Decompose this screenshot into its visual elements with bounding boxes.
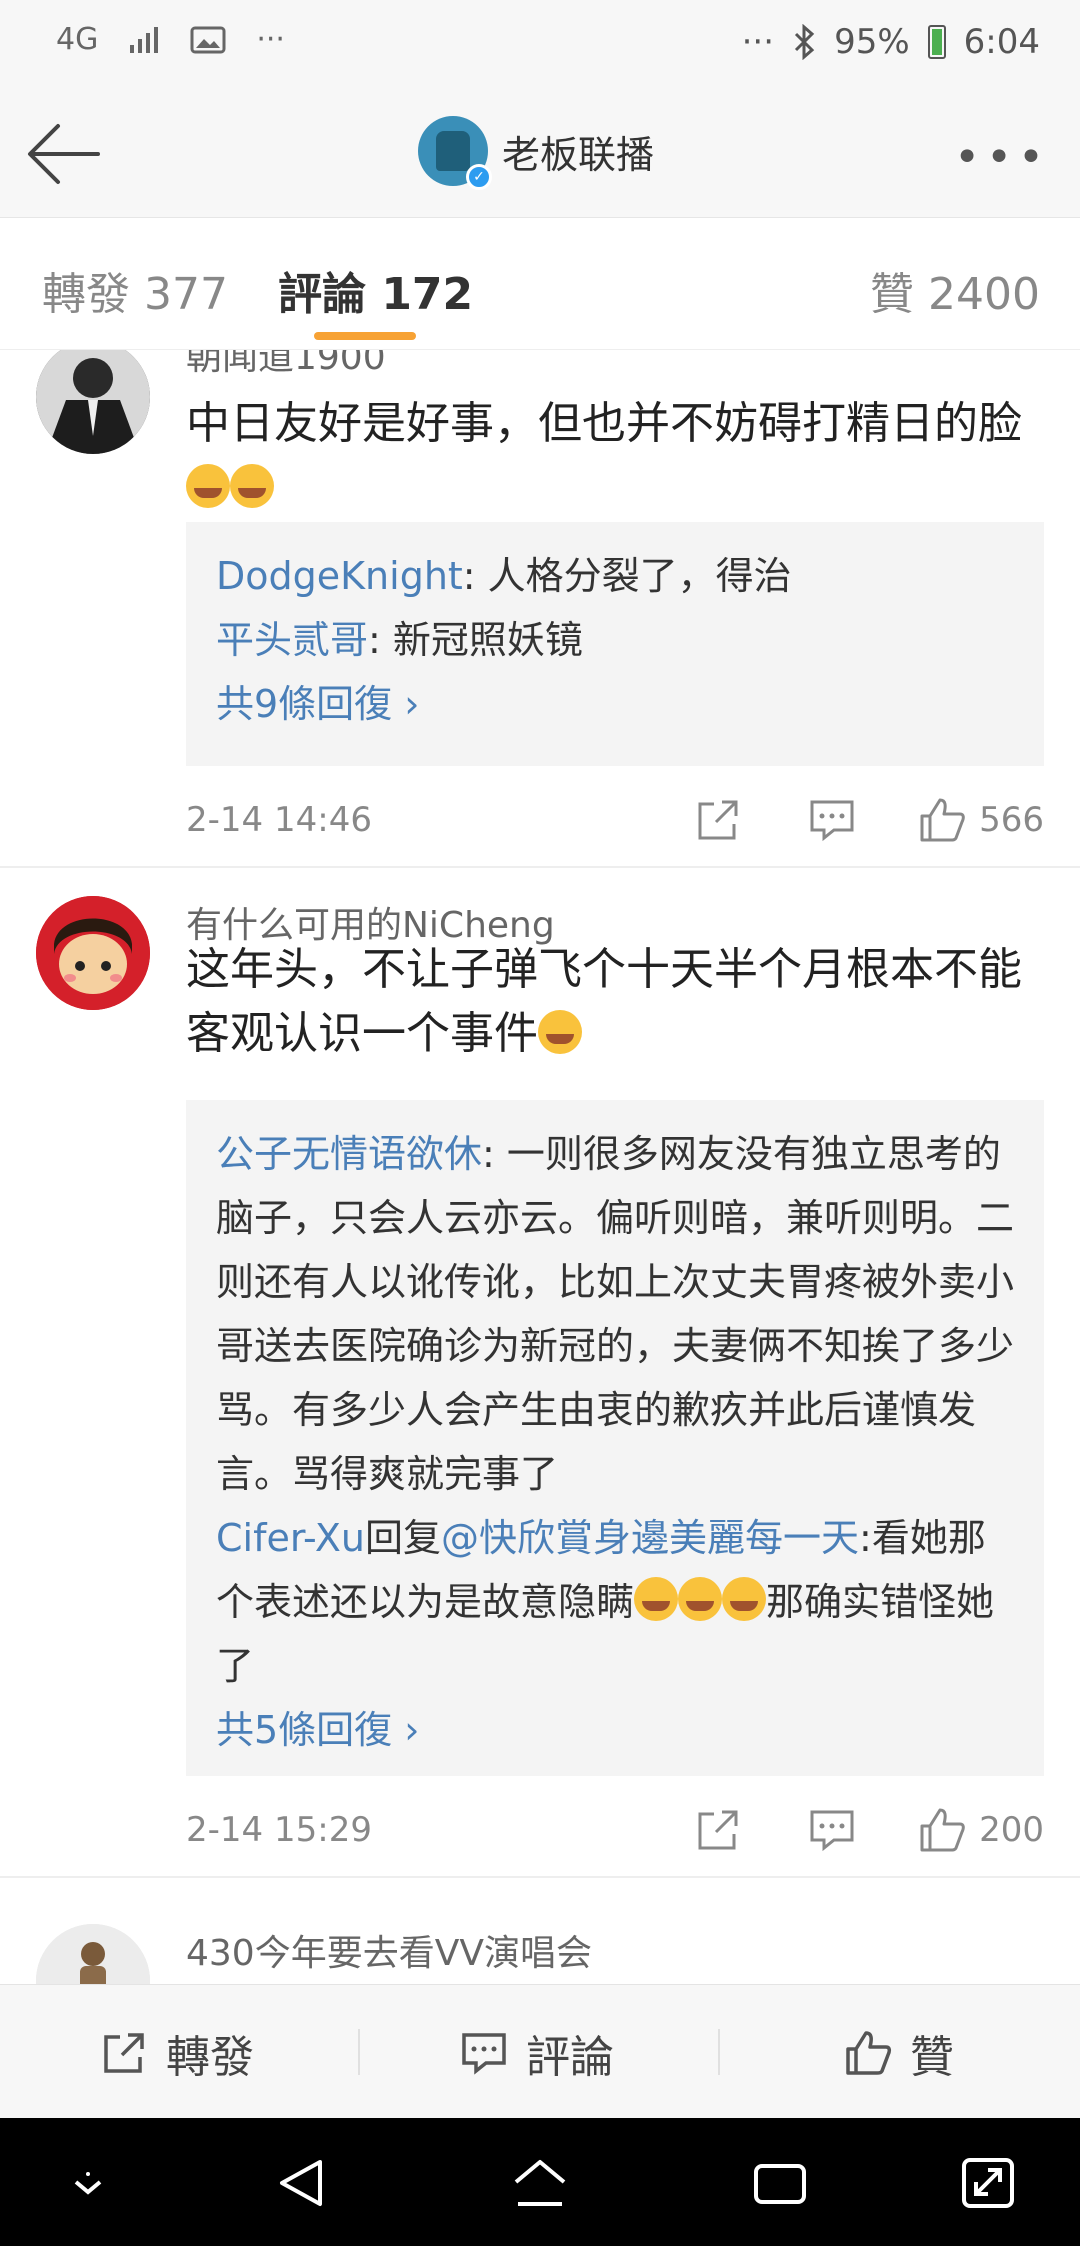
like-label: 贊 xyxy=(910,2032,954,2083)
signal-icon xyxy=(130,26,159,53)
account-name[interactable]: 老板联播 xyxy=(502,124,654,179)
comment-body: 中日友好是好事，但也并不妨碍打精日的脸 xyxy=(186,398,1022,449)
divider xyxy=(358,2029,360,2075)
avatar[interactable] xyxy=(36,896,150,1010)
like-count: 200 xyxy=(979,1810,1044,1850)
reply-line: Cifer-Xu回复@快欣賞身邊美麗每一天:看她那个表述还以为是故意隐瞒 那确实错… xyxy=(216,1506,1014,1698)
share-icon[interactable] xyxy=(692,1804,744,1856)
comment-username[interactable]: 430今年要去看VV演唱会 xyxy=(186,1924,592,1976)
comment-icon xyxy=(462,2033,506,2075)
reply-box[interactable]: DodgeKnight: 人格分裂了，得治 平头贰哥: 新冠照妖镜 共9條回復 … xyxy=(186,522,1044,766)
tab-comment[interactable]: 評論 172 xyxy=(278,258,473,322)
laugh-cry-emoji-icon xyxy=(722,1577,767,1621)
comment-meta: 2-14 14:46 566 xyxy=(186,790,1044,850)
battery-percent: 95% xyxy=(834,22,910,62)
top-nav-bar: ✓ 老板联播 ••• xyxy=(0,90,1080,218)
reply-username[interactable]: 平头贰哥 xyxy=(216,618,368,662)
share-icon xyxy=(104,2033,144,2073)
network-type: 4G xyxy=(56,22,99,57)
comment-label: 評論 xyxy=(526,2032,614,2083)
back-arrow-icon[interactable] xyxy=(24,120,104,188)
reply-word: 回复 xyxy=(364,1516,441,1560)
active-tab-indicator xyxy=(314,332,416,340)
comment-button[interactable]: 評論 xyxy=(458,2021,614,2085)
reply-line: 平头贰哥: 新冠照妖镜 xyxy=(216,608,1014,672)
comment-icon[interactable] xyxy=(806,794,858,846)
chevron-down-icon[interactable] xyxy=(58,2156,118,2210)
back-triangle-icon[interactable] xyxy=(272,2156,332,2210)
comment-icon[interactable] xyxy=(806,1804,858,1856)
system-navigation-bar xyxy=(0,2118,1080,2246)
more-replies-link[interactable]: 共9條回復 › xyxy=(216,672,1014,736)
laugh-cry-emoji-icon xyxy=(634,1577,679,1621)
comment-username[interactable]: 朝闻道1900 xyxy=(186,350,386,380)
account-header[interactable]: ✓ 老板联播 xyxy=(418,116,654,190)
tuxedo-icon xyxy=(436,131,470,171)
laugh-cry-emoji-icon xyxy=(538,1010,582,1054)
reply-text: : 人格分裂了，得治 xyxy=(462,554,792,598)
more-horizontal-icon[interactable]: ••• xyxy=(954,132,1050,183)
repost-button[interactable]: 轉發 xyxy=(98,2021,254,2085)
screen-rotate-icon[interactable] xyxy=(958,2156,1018,2210)
comment-time: 2-14 14:46 xyxy=(186,800,372,840)
reply-username[interactable]: Cifer-Xu xyxy=(216,1516,365,1560)
tab-like[interactable]: 贊 2400 xyxy=(870,258,1040,322)
repost-label: 轉發 xyxy=(166,2032,254,2083)
tab-repost[interactable]: 轉發 377 xyxy=(42,258,228,322)
more-dots-icon: ··· xyxy=(741,22,775,62)
more-replies-link[interactable]: 共5條回復 › xyxy=(216,1698,1014,1762)
battery-icon xyxy=(927,25,946,59)
bluetooth-icon xyxy=(795,24,815,60)
reply-username[interactable]: DodgeKnight xyxy=(216,554,463,598)
home-icon[interactable] xyxy=(510,2156,570,2210)
laugh-cry-emoji-icon xyxy=(230,464,274,508)
account-avatar[interactable]: ✓ xyxy=(418,116,492,190)
comment-meta: 2-14 15:29 200 xyxy=(186,1800,1044,1860)
like-count: 566 xyxy=(979,800,1044,840)
reply-box[interactable]: 公子无情语欲休: 一则很多网友没有独立思考的脑子，只会人云亦云。偏听则暗，兼听则… xyxy=(186,1100,1044,1776)
reply-line: DodgeKnight: 人格分裂了，得治 xyxy=(216,544,1014,608)
comment-text: 这年头，不让子弹飞个十天半个月根本不能客观认识一个事件 xyxy=(186,938,1046,1066)
verified-badge-icon: ✓ xyxy=(466,164,492,190)
status-bar: 4G ··· ··· 95% 6:04 xyxy=(0,0,1080,90)
clock: 6:04 xyxy=(963,22,1040,62)
reply-line: 公子无情语欲休: 一则很多网友没有独立思考的脑子，只会人云亦云。偏听则暗，兼听则… xyxy=(216,1122,1014,1506)
divider xyxy=(718,2029,720,2075)
thumbs-up-icon[interactable] xyxy=(916,794,968,846)
comment-text: 中日友好是好事，但也并不妨碍打精日的脸 xyxy=(186,392,1046,520)
laugh-cry-emoji-icon xyxy=(186,464,230,508)
reply-text: : 新冠照妖镜 xyxy=(368,618,583,662)
status-left: 4G ··· xyxy=(56,22,285,57)
person-figure-icon xyxy=(36,1924,150,1984)
divider xyxy=(0,1876,1080,1878)
cartoon-face-icon xyxy=(36,896,150,1010)
bottom-action-bar: 轉發 評論 贊 xyxy=(0,1984,1080,2118)
thumbs-up-icon[interactable] xyxy=(916,1804,968,1856)
more-dots-icon: ··· xyxy=(256,22,285,57)
reply-username[interactable]: 公子无情语欲休 xyxy=(216,1132,482,1176)
reply-text: : 一则很多网友没有独立思考的脑子，只会人云亦云。偏听则暗，兼听则明。二则还有人… xyxy=(216,1132,1015,1496)
share-icon[interactable] xyxy=(692,794,744,846)
status-right: ··· 95% 6:04 xyxy=(742,22,1040,62)
comment-feed[interactable]: 朝闻道1900 中日友好是好事，但也并不妨碍打精日的脸 DodgeKnight:… xyxy=(0,350,1080,1984)
image-icon xyxy=(190,26,226,53)
divider xyxy=(0,866,1080,868)
thumbs-up-icon xyxy=(846,2031,892,2075)
reply-mention[interactable]: @快欣賞身邊美麗每一天 xyxy=(441,1516,859,1560)
person-in-suit-icon xyxy=(36,350,150,454)
tab-bar: 轉發 377 評論 172 贊 2400 xyxy=(0,218,1080,350)
comment-body: 这年头，不让子弹飞个十天半个月根本不能客观认识一个事件 xyxy=(186,944,1022,1059)
like-button[interactable]: 贊 xyxy=(842,2021,954,2085)
laugh-cry-emoji-icon xyxy=(678,1577,723,1621)
avatar[interactable] xyxy=(36,350,150,454)
comment-time: 2-14 15:29 xyxy=(186,1810,372,1850)
recent-apps-icon[interactable] xyxy=(750,2156,810,2210)
avatar[interactable] xyxy=(36,1924,150,1984)
